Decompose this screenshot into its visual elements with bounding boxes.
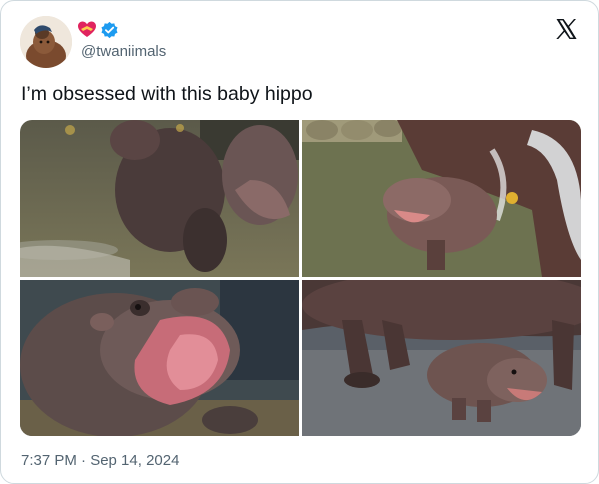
tweet-text: I’m obsessed with this baby hippo xyxy=(21,83,313,105)
photo-4[interactable] xyxy=(302,280,581,436)
photo-2[interactable] xyxy=(302,120,581,277)
name-badges xyxy=(77,19,119,41)
heart-with-ribbon-icon xyxy=(78,21,96,37)
user-handle[interactable]: @twaniimals xyxy=(81,43,166,60)
avatar[interactable] xyxy=(20,16,72,68)
tweet-timestamp[interactable]: 7:37 PM · Sep 14, 2024 xyxy=(21,452,179,469)
verified-badge-icon[interactable] xyxy=(100,21,119,40)
media-grid xyxy=(20,120,581,436)
x-logo-icon[interactable] xyxy=(554,17,578,41)
tweet-card: @twaniimals I’m obsessed with this baby … xyxy=(0,0,599,484)
photo-1[interactable] xyxy=(20,120,299,277)
photo-3[interactable] xyxy=(20,280,299,436)
